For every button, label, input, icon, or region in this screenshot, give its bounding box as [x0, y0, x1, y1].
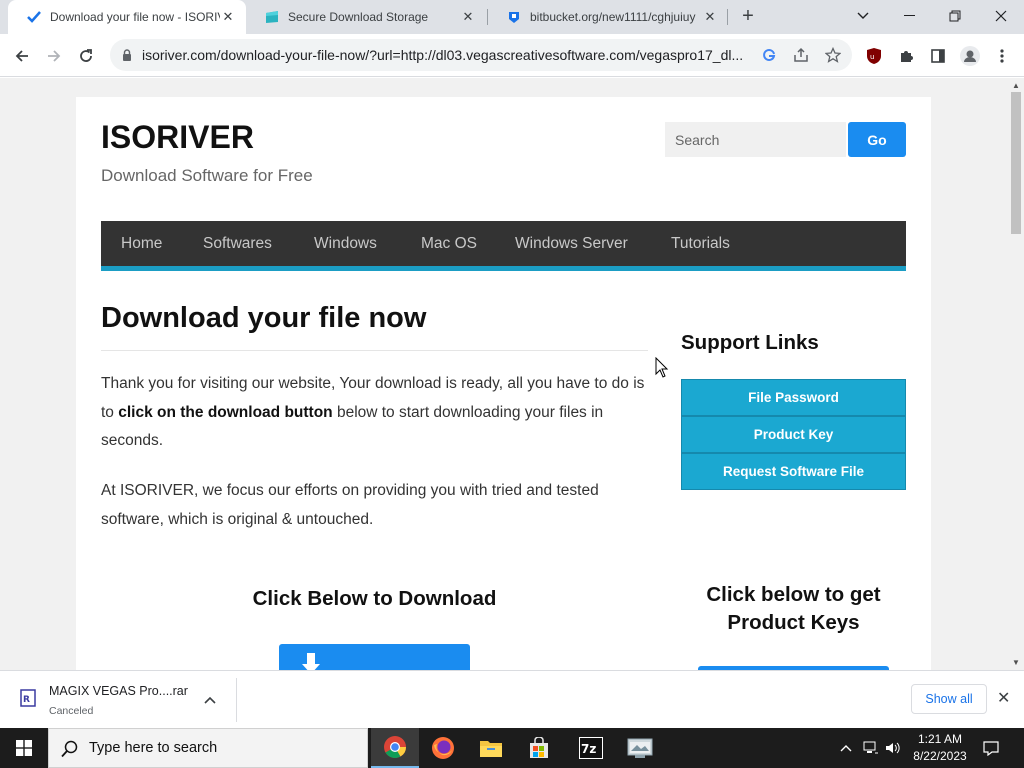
title-divider — [101, 350, 648, 351]
new-tab-button[interactable]: + — [738, 6, 758, 26]
scroll-up-arrow-icon[interactable]: ▲ — [1012, 81, 1020, 90]
taskbar-file-explorer[interactable] — [467, 728, 515, 768]
store-bag-icon — [530, 737, 548, 758]
start-button[interactable] — [0, 728, 48, 768]
notifications-icon[interactable] — [982, 739, 1000, 757]
about-paragraph: At ISORIVER, we focus our efforts on pro… — [101, 482, 599, 528]
taskbar-microsoft-store[interactable] — [515, 728, 563, 768]
download-heading: Click Below to Download — [252, 587, 497, 610]
bitbucket-favicon-icon — [506, 9, 522, 25]
download-arrow-icon — [302, 653, 320, 670]
side-panel-icon[interactable] — [928, 46, 948, 66]
restore-button[interactable] — [932, 0, 978, 32]
taskbar-app-window[interactable] — [616, 728, 664, 768]
show-all-button[interactable]: Show all — [911, 684, 987, 714]
mouse-cursor-icon — [655, 357, 669, 378]
scroll-down-arrow-icon[interactable]: ▼ — [1012, 658, 1020, 667]
rar-file-icon: R — [20, 689, 36, 707]
product-key-link[interactable]: Product Key — [681, 416, 906, 453]
tray-chevron-up-icon[interactable] — [838, 739, 854, 757]
url-text: isoriver.com/download-your-file-now/?url… — [142, 47, 744, 63]
isoriver-favicon-icon — [26, 9, 42, 25]
download-status: Canceled — [49, 705, 94, 717]
chrome-icon — [384, 736, 406, 758]
main-navigation: Home Softwares Windows Mac OS Windows Se… — [101, 221, 906, 271]
svg-text:u: u — [870, 53, 874, 61]
nav-item-home[interactable]: Home — [121, 235, 162, 253]
download-filename[interactable]: MAGIX VEGAS Pro....rar — [49, 684, 188, 698]
ublock-extension-icon[interactable]: u — [864, 46, 884, 66]
nav-item-tutorials[interactable]: Tutorials — [671, 235, 730, 253]
7zip-icon: 7z — [579, 737, 603, 759]
search-input[interactable] — [665, 122, 846, 157]
share-icon[interactable] — [792, 46, 810, 64]
clock-time: 1:21 AM — [917, 732, 963, 746]
profile-avatar-icon[interactable] — [960, 46, 980, 66]
tab-bitbucket[interactable]: bitbucket.org/new1111/cghjuiuy ✕ — [488, 0, 728, 34]
taskbar-7zip[interactable]: 7z — [567, 728, 615, 768]
page-title: Download your file now — [101, 302, 427, 334]
address-bar[interactable]: isoriver.com/download-your-file-now/?url… — [110, 39, 852, 71]
site-logo-title[interactable]: ISORIVER — [101, 119, 254, 156]
site-tagline: Download Software for Free — [101, 166, 313, 185]
nav-item-mac-os[interactable]: Mac OS — [421, 235, 477, 253]
taskbar-firefox[interactable] — [419, 728, 467, 768]
storage-favicon-icon — [264, 9, 280, 25]
intro-paragraph: Thank you for visiting our website, Your… — [101, 375, 645, 449]
tab-secure-download[interactable]: Secure Download Storage ✕ — [246, 0, 486, 34]
tab-title: bitbucket.org/new1111/cghjuiuy — [530, 10, 696, 24]
product-keys-heading: Click below to get Product Keys — [706, 583, 881, 634]
svg-text:R: R — [23, 695, 30, 705]
request-software-file-link[interactable]: Request Software File — [681, 453, 906, 490]
download-options-chevron-icon[interactable] — [204, 693, 216, 707]
nav-item-softwares[interactable]: Softwares — [203, 235, 272, 253]
tab-close-icon[interactable]: ✕ — [460, 9, 476, 25]
back-button[interactable] — [8, 42, 36, 70]
page-container: ISORIVER Download Software for Free Go H… — [76, 97, 931, 670]
page-scrollbar[interactable]: ▲ ▼ — [1008, 78, 1024, 670]
windows-taskbar: Type here to search 7z 1:21 AM 8/22/2023 — [0, 728, 1024, 768]
svg-text:7z: 7z — [581, 742, 596, 756]
forward-button[interactable] — [40, 42, 68, 70]
search-icon — [61, 740, 78, 758]
nav-item-windows-server[interactable]: Windows Server — [515, 235, 628, 253]
browser-toolbar: isoriver.com/download-your-file-now/?url… — [0, 34, 1024, 77]
volume-icon[interactable] — [884, 739, 902, 757]
tab-title: Secure Download Storage — [288, 10, 429, 24]
windows-logo-icon — [16, 740, 32, 756]
lock-icon[interactable] — [118, 46, 136, 64]
tab-close-icon[interactable]: ✕ — [220, 9, 236, 25]
tab-strip: Download your file now - ISORIVER ✕ Secu… — [0, 0, 1024, 34]
firefox-icon — [432, 737, 454, 759]
clock-date: 8/22/2023 — [913, 749, 967, 763]
web-viewport: ISORIVER Download Software for Free Go H… — [0, 78, 1008, 670]
menu-kebab-icon[interactable] — [992, 46, 1012, 66]
download-instruction-bold: click on the download button — [118, 403, 333, 421]
support-links-heading: Support Links — [681, 331, 819, 354]
tab-title: Download your file now - ISORIVER — [50, 10, 220, 24]
taskbar-chrome[interactable] — [371, 728, 419, 768]
taskbar-search-placeholder: Type here to search — [89, 740, 218, 756]
file-password-link[interactable]: File Password — [681, 379, 906, 416]
reload-button[interactable] — [72, 42, 100, 70]
system-clock[interactable]: 1:21 AM 8/22/2023 — [906, 731, 974, 765]
google-lens-icon[interactable] — [760, 46, 778, 64]
close-window-button[interactable] — [978, 0, 1024, 32]
search-go-button[interactable]: Go — [848, 122, 906, 157]
folder-icon — [480, 741, 502, 757]
taskbar-search-box[interactable]: Type here to search — [48, 728, 368, 768]
tab-close-icon[interactable]: ✕ — [702, 9, 718, 25]
nav-item-windows[interactable]: Windows — [314, 235, 377, 253]
tab-isoriver[interactable]: Download your file now - ISORIVER ✕ — [8, 0, 246, 34]
tab-search-chevron-icon[interactable] — [840, 0, 886, 32]
extensions-puzzle-icon[interactable] — [896, 46, 916, 66]
download-shelf: R MAGIX VEGAS Pro....rar Canceled Show a… — [0, 670, 1024, 728]
network-icon[interactable] — [862, 739, 880, 757]
bookmark-star-icon[interactable] — [824, 46, 842, 64]
close-shelf-icon[interactable]: ✕ — [997, 688, 1010, 708]
app-window-icon — [627, 738, 653, 758]
minimize-button[interactable] — [886, 0, 932, 32]
scroll-thumb[interactable] — [1011, 92, 1021, 234]
download-button[interactable] — [279, 644, 470, 670]
